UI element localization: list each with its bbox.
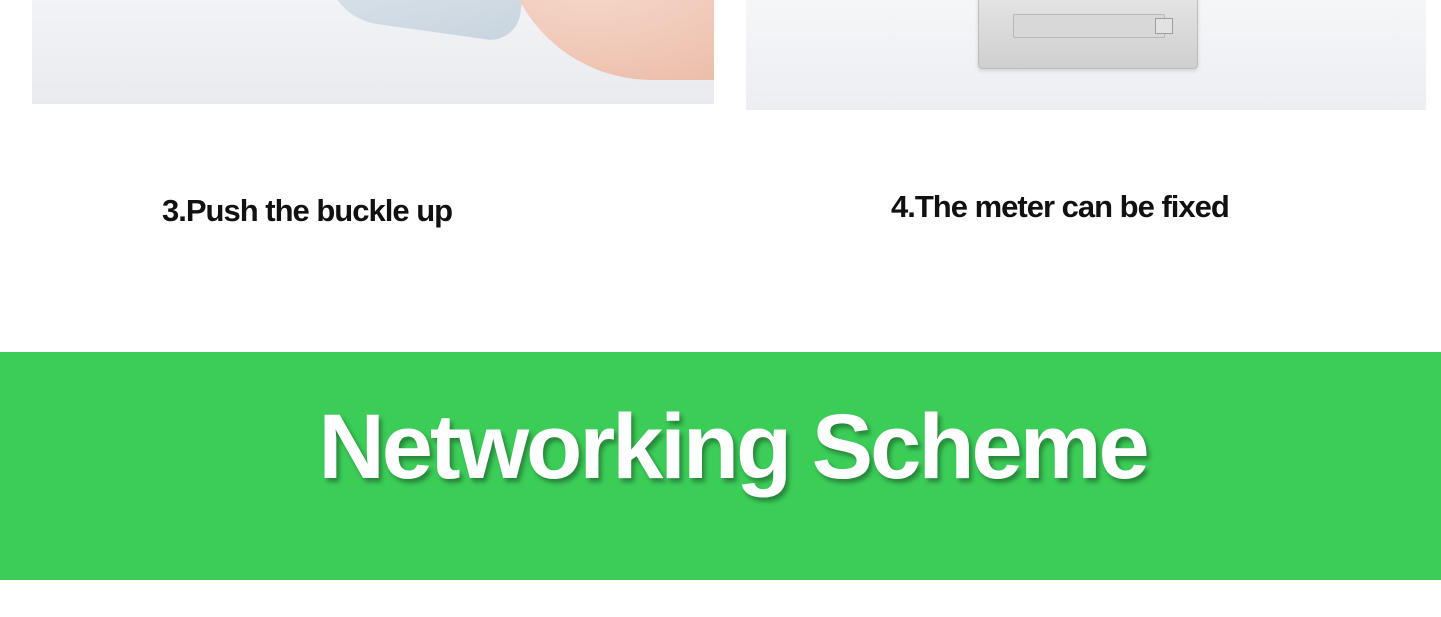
meter-label-strip bbox=[1013, 14, 1165, 38]
meter-shape bbox=[978, 0, 1198, 69]
meter-slot bbox=[1155, 18, 1173, 34]
sleeve-shape bbox=[318, 0, 526, 44]
section-title: Networking Scheme bbox=[318, 396, 1149, 498]
section-banner: Networking Scheme bbox=[0, 352, 1441, 580]
step-3-caption: 3.Push the buckle up bbox=[162, 193, 453, 228]
product-page: 3.Push the buckle up 4.The meter can be … bbox=[0, 0, 1441, 617]
hand-shape bbox=[502, 0, 714, 80]
step-4-caption: 4.The meter can be fixed bbox=[891, 189, 1230, 224]
step-3-photo bbox=[32, 0, 714, 104]
step-4-photo bbox=[746, 0, 1426, 110]
